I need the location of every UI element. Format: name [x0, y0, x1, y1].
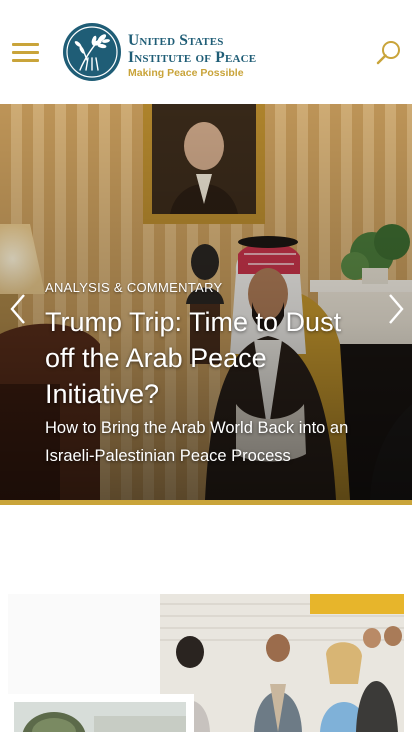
logo-line1: United States — [128, 32, 224, 49]
logo-tagline: Making Peace Possible — [128, 67, 244, 79]
site-logo[interactable]: United States Institute of Peace Making … — [62, 22, 267, 84]
chevron-left-icon[interactable] — [6, 292, 30, 326]
search-icon[interactable] — [376, 40, 402, 66]
chevron-right-icon[interactable] — [384, 292, 408, 326]
featured-story-inset — [8, 694, 194, 732]
hero-accent-bar — [0, 500, 412, 505]
hero-caption[interactable]: ANALYSIS & COMMENTARY Trump Trip: Time t… — [45, 280, 375, 470]
inset-image — [14, 702, 186, 732]
hero-subtitle: How to Bring the Arab World Back into an… — [45, 419, 349, 465]
logo-line2: Institute of Peace — [128, 49, 257, 66]
featured-story-image — [160, 594, 404, 732]
hamburger-menu-icon[interactable] — [12, 41, 40, 63]
logo-wordmark: United States Institute of Peace Making … — [128, 32, 256, 79]
site-header: United States Institute of Peace Making … — [0, 0, 412, 104]
hero-title[interactable]: Trump Trip: Time to Dust off the Arab Pe… — [45, 304, 375, 412]
olive-branch-emblem-icon — [63, 23, 121, 81]
hero-slider[interactable]: ANALYSIS & COMMENTARY Trump Trip: Time t… — [0, 104, 412, 500]
featured-story-card[interactable] — [8, 594, 404, 732]
hero-category-label[interactable]: ANALYSIS & COMMENTARY — [45, 280, 375, 296]
